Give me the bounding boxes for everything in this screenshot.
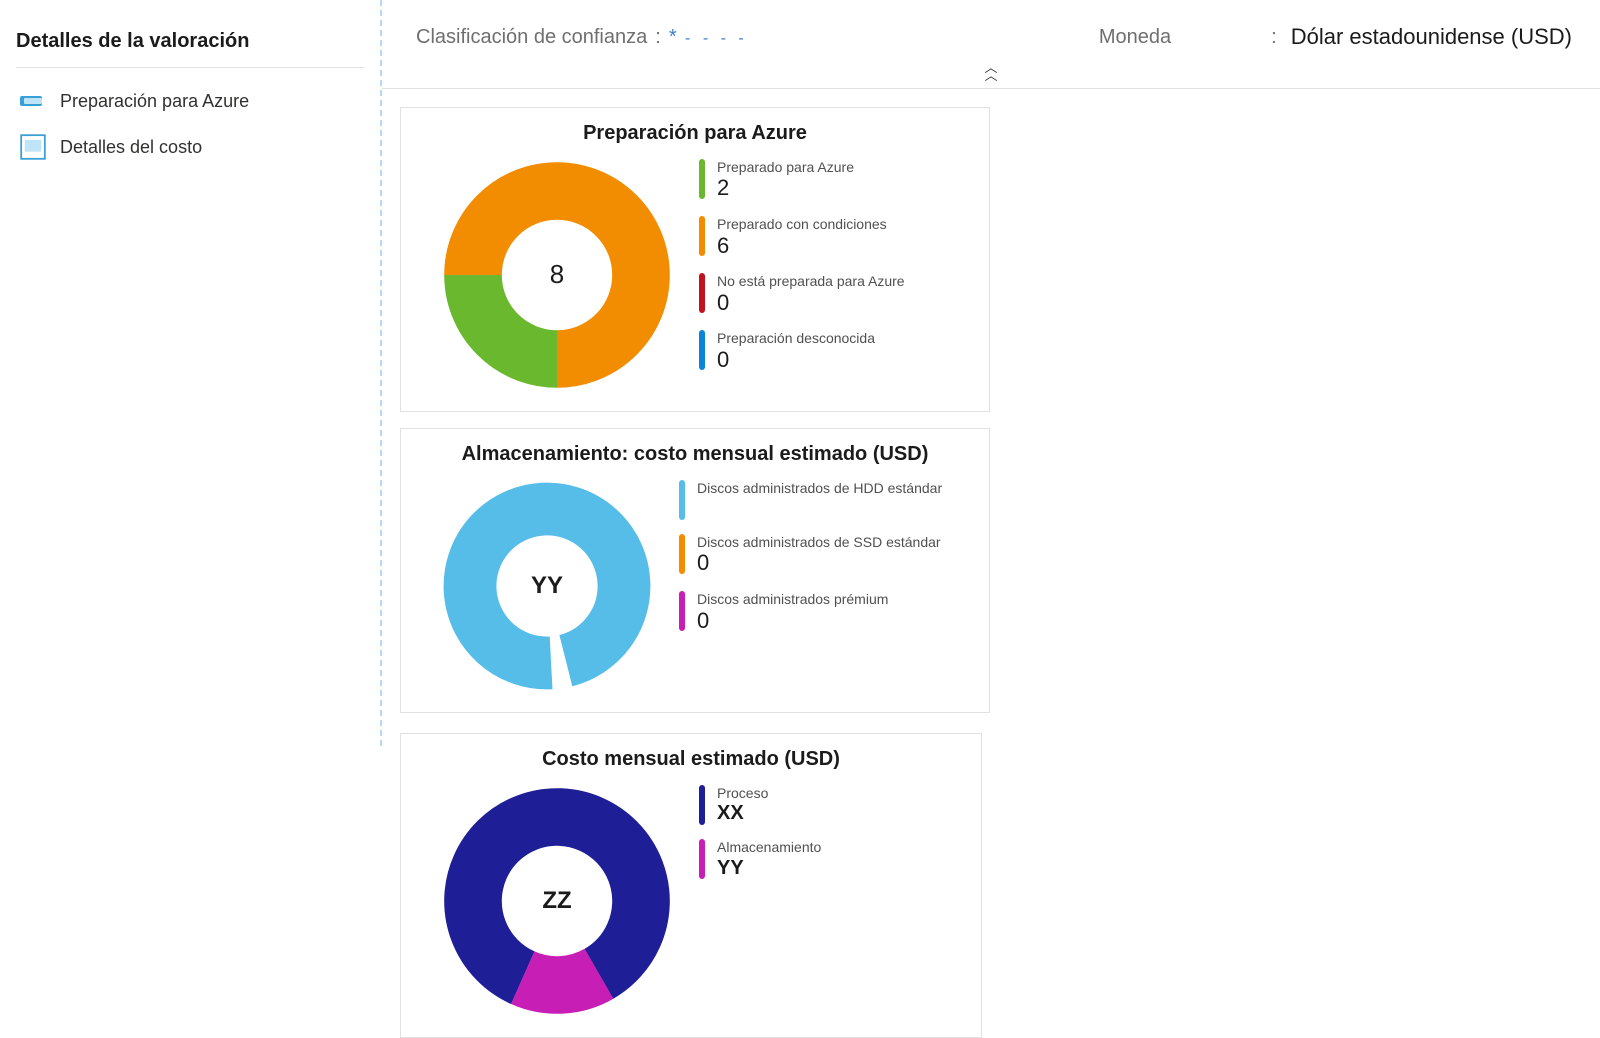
legend-swatch xyxy=(699,216,705,256)
legend-swatch xyxy=(699,839,705,879)
sidebar-heading: Detalles de la valoración xyxy=(16,30,364,53)
legend-label: Proceso xyxy=(717,785,768,802)
sidebar-item-label: Detalles del costo xyxy=(60,137,202,158)
cards-area: Preparación para Azure 8 xyxy=(382,107,1600,1038)
cost-legend: Proceso XX Almacenamiento YY xyxy=(699,785,821,881)
legend-item[interactable]: Discos administrados prémium 0 xyxy=(679,591,942,634)
legend-swatch xyxy=(679,534,685,574)
legend-value: 0 xyxy=(717,347,875,373)
legend-swatch xyxy=(679,591,685,631)
card-readiness: Preparación para Azure 8 xyxy=(400,107,990,412)
legend-item[interactable]: Discos administrados de SSD estándar 0 xyxy=(679,534,942,577)
colon: : xyxy=(655,26,661,49)
legend-swatch xyxy=(699,273,705,313)
card-title: Preparación para Azure xyxy=(417,122,973,145)
legend-item[interactable]: Preparado para Azure 2 xyxy=(699,159,905,202)
readiness-icon xyxy=(20,90,46,112)
storage-center-value: YY xyxy=(437,476,657,696)
legend-label: Almacenamiento xyxy=(717,839,821,856)
legend-label: Discos administrados de HDD estándar xyxy=(697,480,942,497)
currency-value: Dólar estadounidense (USD) xyxy=(1291,24,1572,50)
confidence-rating: Clasificación de confianza : * - - - - xyxy=(416,26,748,49)
card-title: Costo mensual estimado (USD) xyxy=(417,748,965,771)
legend-label: Discos administrados de SSD estándar xyxy=(697,534,941,551)
cost-donut: ZZ xyxy=(437,781,677,1021)
confidence-label: Clasificación de confianza xyxy=(416,26,647,49)
top-rule xyxy=(382,88,1600,89)
legend-swatch xyxy=(699,159,705,199)
storage-donut: YY xyxy=(437,476,657,696)
cost-center-value: ZZ xyxy=(437,781,677,1021)
storage-legend: Discos administrados de HDD estándar Dis… xyxy=(679,480,942,634)
cost-icon xyxy=(20,136,46,158)
sidebar: Detalles de la valoración Preparación pa… xyxy=(0,0,380,749)
collapse-up-icon[interactable]: ︿︿ xyxy=(984,64,997,80)
legend-label: Preparado para Azure xyxy=(717,159,854,176)
legend-item[interactable]: Almacenamiento YY xyxy=(699,839,821,880)
legend-item[interactable]: Proceso XX xyxy=(699,785,821,826)
legend-value: XX xyxy=(717,801,768,825)
legend-item[interactable]: Preparación desconocida 0 xyxy=(699,330,905,373)
sidebar-item-cost[interactable]: Detalles del costo xyxy=(16,124,364,170)
legend-label: Discos administrados prémium xyxy=(697,591,888,608)
sidebar-rule xyxy=(16,67,364,68)
card-cost: Costo mensual estimado (USD) ZZ xyxy=(400,733,982,1038)
legend-label: Preparado con condiciones xyxy=(717,216,887,233)
legend-label: No está preparada para Azure xyxy=(717,273,905,290)
legend-item[interactable]: Discos administrados de HDD estándar xyxy=(679,480,942,520)
readiness-center-value: 8 xyxy=(437,155,677,395)
legend-item[interactable]: No está preparada para Azure 0 xyxy=(699,273,905,316)
readiness-donut: 8 xyxy=(437,155,677,395)
legend-value: 0 xyxy=(697,608,888,634)
main-panel: Clasificación de confianza : * - - - - M… xyxy=(382,0,1600,749)
legend-value: 2 xyxy=(717,175,854,201)
colon: : xyxy=(1271,26,1277,49)
legend-swatch xyxy=(699,785,705,825)
card-title: Almacenamiento: costo mensual estimado (… xyxy=(417,443,973,466)
legend-label: Preparación desconocida xyxy=(717,330,875,347)
legend-swatch xyxy=(699,330,705,370)
legend-item[interactable]: Preparado con condiciones 6 xyxy=(699,216,905,259)
confidence-stars-icon: * - - - - xyxy=(669,26,748,49)
app-root: Detalles de la valoración Preparación pa… xyxy=(0,0,1600,749)
readiness-legend: Preparado para Azure 2 Preparado con con… xyxy=(699,159,905,374)
topbar: Clasificación de confianza : * - - - - M… xyxy=(382,0,1600,62)
sidebar-item-readiness[interactable]: Preparación para Azure xyxy=(16,78,364,124)
collapse-row: ︿︿ xyxy=(382,62,1600,88)
legend-swatch xyxy=(679,480,685,520)
card-storage: Almacenamiento: costo mensual estimado (… xyxy=(400,428,990,713)
currency-kv: Moneda xyxy=(1099,26,1171,49)
legend-value: 0 xyxy=(717,290,905,316)
currency-label: Moneda xyxy=(1099,26,1171,49)
legend-value: YY xyxy=(717,856,821,880)
sidebar-item-label: Preparación para Azure xyxy=(60,91,249,112)
legend-value: 0 xyxy=(697,550,941,576)
legend-value: 6 xyxy=(717,233,887,259)
